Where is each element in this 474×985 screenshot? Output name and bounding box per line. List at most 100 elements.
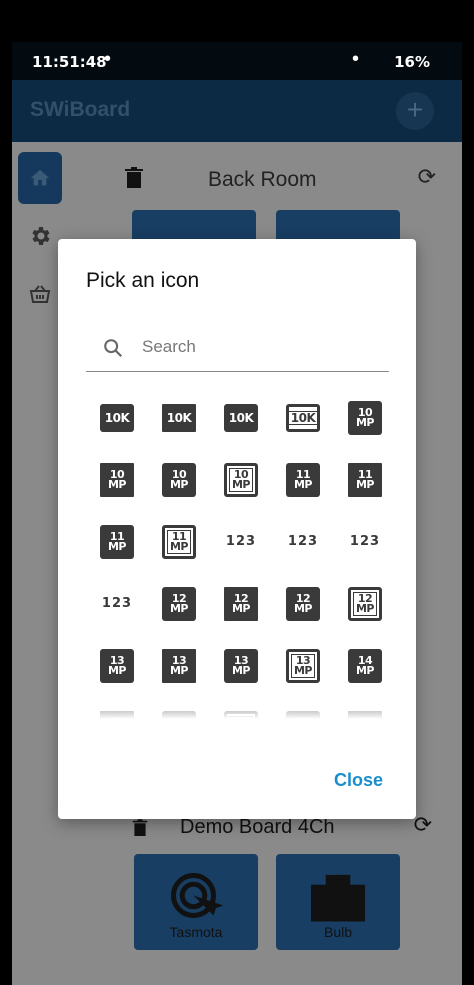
icon-option[interactable]: 123 (272, 511, 334, 573)
icon-option[interactable]: 11 MP (148, 511, 210, 573)
icon-option[interactable]: 11 MP (86, 511, 148, 573)
icon-glyph: 13 MP (232, 655, 251, 676)
tile-label: Bulb (323, 924, 353, 940)
icon-option[interactable]: 14MP (334, 635, 396, 697)
icon-option[interactable]: 123 (210, 511, 272, 573)
10k-icon: 10K (100, 404, 134, 432)
icon-option[interactable]: 11 MP (272, 449, 334, 511)
13mp-square-icon: 13 MP (162, 649, 196, 683)
sidebar-item-trash[interactable] (18, 268, 62, 320)
icon-option[interactable]: 10K (86, 387, 148, 449)
sidebar-item-settings[interactable] (18, 210, 62, 262)
icon-glyph: 123 (226, 535, 256, 548)
battery-level: 16% (394, 53, 430, 71)
icon-option[interactable]: 123 (334, 511, 396, 573)
123-outlined-icon: 123 (97, 587, 137, 621)
icon-glyph: 10 MP (355, 407, 375, 429)
touch-target-icon (171, 873, 224, 918)
icon-glyph-bottom: MP (107, 478, 127, 491)
10mp-rounded-icon: 10 MP (162, 463, 196, 497)
delete-board-icon[interactable] (124, 166, 144, 190)
icon-glyph-bottom: MP (293, 478, 313, 491)
board-name: Back Room (208, 168, 317, 191)
icon-option[interactable]: 10 MP (148, 449, 210, 511)
14mp-icon: 14 MP (348, 649, 382, 683)
icon-glyph-bottom: MP (231, 478, 251, 491)
icon-glyph: 10K (167, 412, 192, 424)
icon-option[interactable]: 12 MP (272, 573, 334, 635)
icon-option[interactable]: 10K (210, 387, 272, 449)
10mp-square-icon: 10 MP (100, 463, 134, 497)
icon-option[interactable]: 13 MP (86, 635, 148, 697)
icon-glyph: 11 MP (107, 531, 127, 553)
icon-glyph-bottom: MP (355, 478, 375, 491)
icon-glyph: 123 (350, 535, 380, 548)
home-icon (30, 169, 50, 186)
icon-glyph-top: 10K (228, 411, 254, 425)
sidebar (18, 152, 62, 326)
add-board-button[interactable]: + (396, 92, 434, 130)
search-icon (104, 339, 123, 358)
icon-option[interactable]: 13 MP (210, 635, 272, 697)
search-input[interactable] (140, 333, 374, 361)
13mp-outlined-icon: 13 MP (286, 649, 320, 683)
12mp-rounded-icon: 12 MP (286, 587, 320, 621)
icon-glyph-bottom: MP (355, 664, 375, 677)
delete-board-icon[interactable] (132, 818, 148, 838)
11mp-icon: 11 MP (286, 463, 320, 497)
icon-glyph-top: 10K (104, 411, 130, 425)
icon-glyph: 10K (228, 411, 254, 425)
icon-option[interactable]: 10K (272, 387, 334, 449)
123-rounded-icon: 123 (345, 525, 385, 559)
refresh-icon[interactable]: ⟳ (418, 164, 436, 190)
icon-grid: 10K 10K 10K 10K 10 MP 10 MP 10 MP 10 MP 11 MP 11 MP 11 MP… (86, 387, 396, 719)
refresh-icon[interactable]: ⟳ (414, 812, 432, 838)
tile-label: Tasmota (169, 924, 223, 940)
12mp-square-icon: 12 MP (224, 587, 258, 621)
icon-option[interactable]: 123 (86, 573, 148, 635)
icon-glyph-bottom: MP (107, 664, 127, 677)
icon-glyph-bottom: MP (355, 416, 375, 429)
icon-option[interactable]: 12 MP (334, 573, 396, 635)
13mp-icon: 13 MP (100, 649, 134, 683)
10k-square-icon: 10K (162, 404, 196, 432)
app-title: SWiBoard (30, 98, 131, 121)
sidebar-item-home[interactable] (18, 152, 62, 204)
icon-glyph-bottom: MP (107, 540, 127, 553)
icon-glyph-bottom: MP (293, 664, 313, 677)
icon-glyph-bottom: MP (231, 602, 251, 615)
icon-option[interactable]: 12 MP (148, 573, 210, 635)
icon-glyph-top: 123 (287, 534, 319, 549)
11mp-outlined-icon: 11 MP (162, 525, 196, 559)
device-tile-tasmota[interactable]: Tasmota (134, 854, 258, 950)
board-name: Demo Board 4Ch (180, 816, 335, 838)
icon-glyph: 123 (287, 534, 319, 549)
board-header: Back Room ⟳ (124, 162, 436, 198)
icon-glyph: 10K (104, 411, 130, 425)
icon-glyph-top: 123 (101, 596, 133, 611)
briefcase-icon (311, 874, 365, 922)
icon-option[interactable]: 10 MP (210, 449, 272, 511)
icon-glyph: 12 MP (293, 593, 313, 615)
icon-option[interactable]: 10K (148, 387, 210, 449)
icon-option[interactable]: 12 MP (210, 573, 272, 635)
device-tile-bulb[interactable]: Bulb (276, 854, 400, 950)
icon-option[interactable]: 10 MP (86, 449, 148, 511)
10mp-icon: 10 MP (348, 401, 382, 435)
12mp-outlined-icon: 12 MP (348, 587, 382, 621)
search-field (86, 323, 389, 372)
app-bar: SWiBoard + (12, 80, 462, 142)
icon-glyph: 10K (287, 411, 319, 425)
icon-glyph-top: 10K (290, 411, 316, 425)
icon-option[interactable]: 10 MP (334, 387, 396, 449)
close-button[interactable]: Close (334, 770, 383, 791)
icon-option[interactable]: 13 MP (148, 635, 210, 697)
icon-option[interactable]: 13 MP (272, 635, 334, 697)
icon-glyph: 10 MP (107, 469, 127, 491)
123-icon: 123 (221, 525, 261, 559)
10k-outlined-icon: 10K (286, 404, 320, 432)
icon-glyph-bottom: MP (293, 602, 313, 615)
icon-glyph: 14MP (355, 655, 375, 677)
11mp-rounded-icon: 11 MP (100, 525, 134, 559)
icon-option[interactable]: 11 MP (334, 449, 396, 511)
